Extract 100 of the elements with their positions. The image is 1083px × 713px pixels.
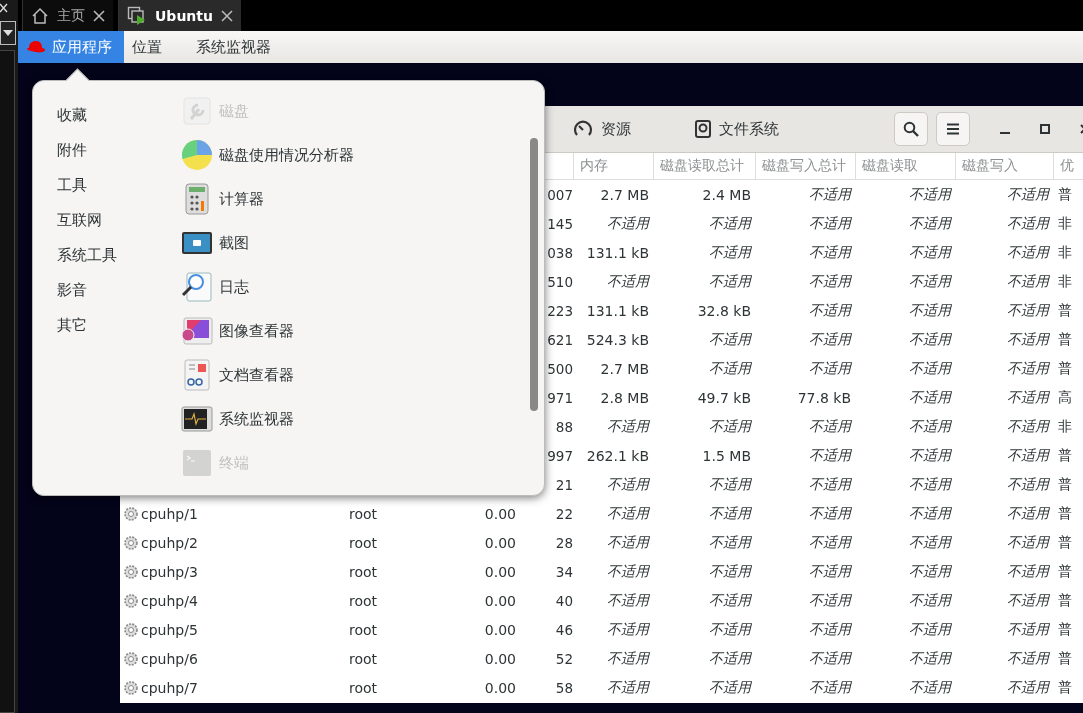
app-item[interactable]: 图像查看器: [181, 309, 354, 353]
top-bar-menu[interactable]: 系统监视器: [188, 31, 283, 63]
table-value: 不适用: [909, 359, 951, 376]
table-value: 不适用: [607, 649, 649, 666]
gear-icon: [123, 534, 139, 551]
table-value: 262.1 kB: [586, 447, 649, 464]
magnifier-icon: [181, 271, 213, 303]
app-item[interactable]: 文档查看器: [181, 353, 354, 397]
category-item[interactable]: 工具: [57, 168, 181, 203]
table-value: 131.1 kB: [586, 302, 649, 319]
table-value: 2.8 MB: [600, 389, 649, 406]
process-name: cpuhp/7: [141, 679, 198, 696]
app-item[interactable]: 磁盘使用情况分析器: [181, 133, 354, 177]
user-name: root: [349, 592, 378, 609]
gear-icon: [123, 505, 139, 522]
table-value: 1.5 MB: [702, 447, 751, 464]
process-name: cpuhp/2: [141, 534, 198, 551]
table-value: 不适用: [909, 562, 951, 579]
table-value: 不适用: [909, 388, 951, 405]
cpu-value: 0.00: [484, 534, 516, 551]
category-item[interactable]: 影音: [57, 273, 181, 308]
process-id: 621: [547, 331, 573, 348]
process-name: cpuhp/3: [141, 563, 198, 580]
process-id: 500: [547, 360, 573, 377]
table-value: 不适用: [809, 359, 851, 376]
gear-icon: [123, 621, 139, 638]
table-value: 不适用: [809, 678, 851, 695]
priority-value: 普: [1058, 330, 1072, 347]
table-value: 不适用: [709, 243, 751, 260]
process-id: 21: [555, 476, 573, 493]
scrollbar[interactable]: [530, 138, 538, 411]
process-id: 223: [547, 302, 573, 319]
gear-icon: [123, 563, 139, 580]
top-bar-menu[interactable]: 位置: [124, 31, 174, 63]
app-item[interactable]: 计算器: [181, 177, 354, 221]
table-value: 2.7 MB: [600, 360, 649, 377]
gauge-icon: [573, 120, 593, 138]
priority-value: 普: [1058, 446, 1072, 463]
table-value: 2.4 MB: [702, 186, 751, 203]
view-tab[interactable]: 资源: [566, 119, 638, 139]
table-value: 不适用: [1007, 272, 1049, 289]
cpu-value: 0.00: [484, 563, 516, 580]
process-id: 145: [547, 215, 573, 232]
menu-button[interactable]: [936, 112, 970, 146]
user-name: root: [349, 505, 378, 522]
vm-icon: [127, 5, 147, 26]
close-icon[interactable]: [93, 9, 105, 22]
table-value: 不适用: [909, 446, 951, 463]
table-value: 不适用: [1007, 185, 1049, 202]
process-name: cpuhp/1: [141, 505, 198, 522]
vm-tab[interactable]: Ubuntu: [118, 0, 241, 31]
category-item[interactable]: 互联网: [57, 203, 181, 238]
search-button[interactable]: [894, 112, 928, 146]
vm-tab[interactable]: 主页: [22, 0, 113, 31]
table-value: 77.8 kB: [797, 389, 851, 406]
cpu-value: 0.00: [484, 592, 516, 609]
table-value: 不适用: [1007, 649, 1049, 666]
process-id: 46: [555, 621, 573, 638]
category-item[interactable]: 其它: [57, 308, 181, 343]
view-tab[interactable]: 文件系统: [688, 119, 786, 139]
maximize-icon[interactable]: [1039, 123, 1051, 135]
table-value: 不适用: [909, 533, 951, 550]
process-name: cpuhp/6: [141, 650, 198, 667]
document-icon: [181, 359, 213, 391]
table-value: 不适用: [1007, 359, 1049, 376]
app-item[interactable]: 系统监视器: [181, 397, 354, 441]
table-value: 不适用: [909, 330, 951, 347]
table-value: 不适用: [809, 533, 851, 550]
category-item[interactable]: 系统工具: [57, 238, 181, 273]
table-value: 不适用: [809, 649, 851, 666]
app-item[interactable]: 日志: [181, 265, 354, 309]
process-id: 40: [555, 592, 573, 609]
table-value: 不适用: [607, 678, 649, 695]
table-value: 不适用: [709, 330, 751, 347]
cpu-value: 0.00: [484, 621, 516, 638]
priority-value: 高: [1058, 388, 1072, 405]
cpu-value: 0.00: [484, 650, 516, 667]
category-item[interactable]: 收藏: [57, 98, 181, 133]
table-value: 131.1 kB: [586, 244, 649, 261]
table-value: 不适用: [909, 620, 951, 637]
table-value: 不适用: [607, 533, 649, 550]
close-icon[interactable]: [221, 9, 233, 22]
table-value: 不适用: [607, 562, 649, 579]
table-value: 不适用: [809, 446, 851, 463]
table-value: 不适用: [607, 504, 649, 521]
table-value: 不适用: [809, 272, 851, 289]
dropdown-button[interactable]: [0, 21, 16, 45]
process-name: cpuhp/5: [141, 621, 198, 638]
top-bar-menu[interactable]: 应用程序: [18, 31, 124, 63]
search-icon: [903, 121, 919, 137]
table-value: 不适用: [909, 272, 951, 289]
table-value: 不适用: [709, 620, 751, 637]
app-item[interactable]: 截图: [181, 221, 354, 265]
process-name: cpuhp/4: [141, 592, 198, 609]
category-item[interactable]: 附件: [57, 133, 181, 168]
priority-value: 非: [1058, 272, 1072, 289]
process-id: 038: [547, 244, 573, 261]
table-value: 不适用: [709, 475, 751, 492]
priority-value: 非: [1058, 214, 1072, 231]
gear-icon: [123, 679, 139, 696]
